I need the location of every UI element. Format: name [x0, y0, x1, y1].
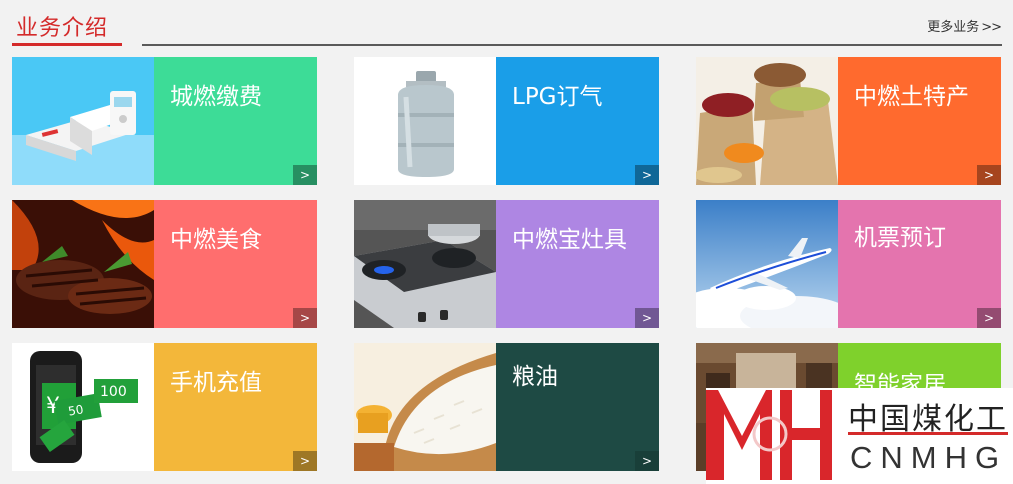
gas-cylinder-image	[354, 57, 496, 185]
service-label: 中燃宝灶具	[512, 227, 627, 253]
section-header: 业务介绍 更多业务 >>	[0, 0, 1013, 48]
dried-fruits-nuts-image	[696, 57, 838, 185]
section-title: 业务介绍	[16, 16, 109, 41]
service-label: 城燃缴费	[170, 84, 262, 110]
service-panel: 中燃宝灶具 >	[496, 200, 659, 328]
double-chevron-right-icon: >>	[981, 20, 1002, 35]
service-card-food[interactable]: 中燃美食 >	[12, 200, 317, 328]
service-card-grain-oil[interactable]: 粮油 >	[354, 343, 659, 471]
service-card-stove[interactable]: 中燃宝灶具 >	[354, 200, 659, 328]
watermark-logo: 中国煤化工 CNMHG	[706, 388, 1013, 484]
chevron-right-icon[interactable]: >	[293, 451, 317, 471]
mh-logo-mark	[706, 390, 832, 480]
chevron-right-icon[interactable]: >	[635, 451, 659, 471]
more-services-link[interactable]: 更多业务 >>	[927, 16, 1002, 35]
watermark-divider	[848, 432, 1008, 435]
chevron-right-icon[interactable]: >	[977, 165, 1001, 185]
service-card-flight[interactable]: 机票预订 >	[696, 200, 1001, 328]
airplane-image	[696, 200, 838, 328]
service-label: 机票预订	[854, 225, 946, 251]
service-label: LPG订气	[512, 84, 603, 110]
service-label: 中燃美食	[170, 227, 262, 253]
title-underline	[12, 43, 122, 46]
service-label: 手机充值	[170, 370, 262, 396]
chevron-right-icon[interactable]: >	[293, 308, 317, 328]
service-panel: 机票预订 >	[838, 200, 1001, 328]
grilled-steak-image	[12, 200, 154, 328]
service-card-lpg[interactable]: LPG订气 >	[354, 57, 659, 185]
chevron-right-icon[interactable]: >	[635, 165, 659, 185]
service-card-local-specialties[interactable]: 中燃土特产 >	[696, 57, 1001, 185]
chevron-right-icon[interactable]: >	[635, 308, 659, 328]
service-label: 粮油	[512, 364, 558, 390]
service-panel: 手机充值 >	[154, 343, 317, 471]
header-divider	[142, 44, 1002, 46]
svg-text:50: 50	[67, 402, 84, 418]
chevron-right-icon[interactable]: >	[293, 165, 317, 185]
service-panel: 城燃缴费 >	[154, 57, 317, 185]
service-label: 中燃土特产	[854, 84, 969, 110]
chevron-right-icon[interactable]: >	[977, 308, 1001, 328]
more-services-label: 更多业务	[927, 20, 980, 35]
service-panel: 中燃土特产 >	[838, 57, 1001, 185]
phone-recharge-image: ¥ 50 100	[12, 343, 154, 471]
gas-stove-image	[354, 200, 496, 328]
service-panel: 粮油 >	[496, 343, 659, 471]
service-card-gas-payment[interactable]: 城燃缴费 >	[12, 57, 317, 185]
watermark-en-text: CNMHG	[850, 440, 1008, 475]
rice-bowl-image	[354, 343, 496, 471]
service-card-phone-recharge[interactable]: ¥ 50 100 手机充值 >	[12, 343, 317, 471]
payment-terminal-image	[12, 57, 154, 185]
service-panel: 中燃美食 >	[154, 200, 317, 328]
svg-text:100: 100	[100, 384, 127, 400]
service-panel: LPG订气 >	[496, 57, 659, 185]
